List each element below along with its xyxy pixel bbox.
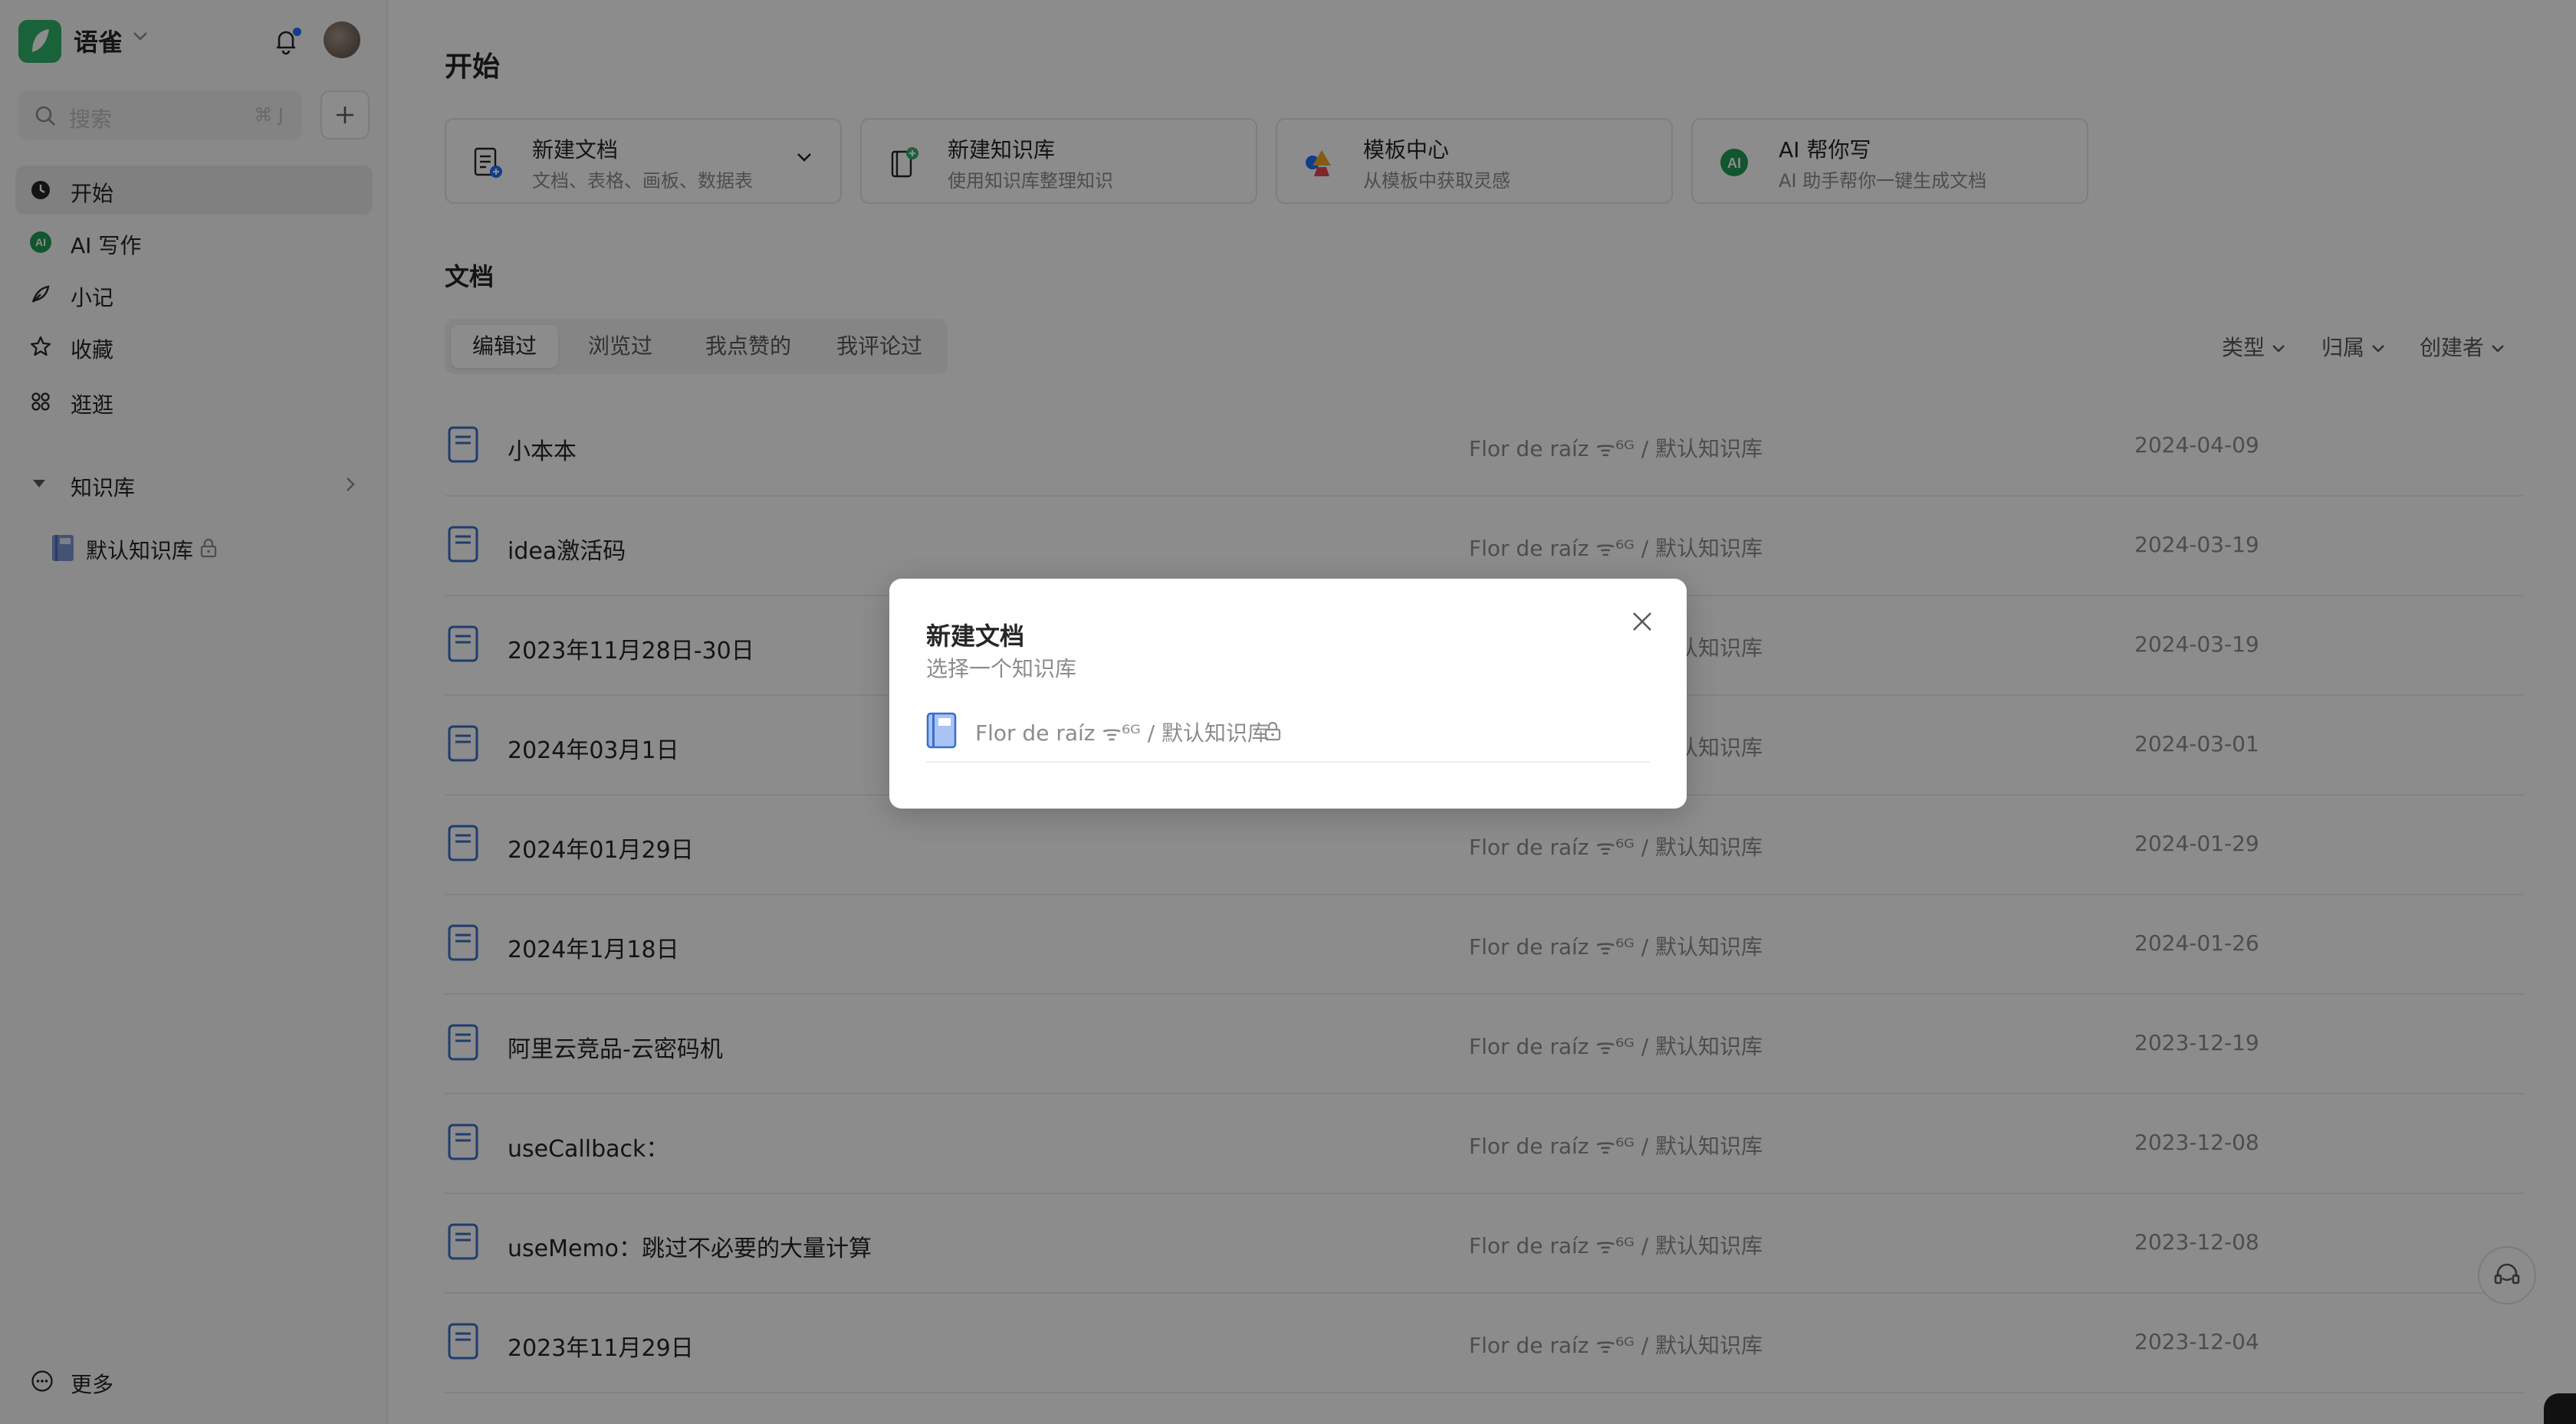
kb-option-default[interactable]: Flor de raíz ᯤ⁶ᴳ / 默认知识库	[926, 709, 1650, 763]
new-doc-dialog: 新建文档 选择一个知识库 Flor de raíz ᯤ⁶ᴳ / 默认知识库	[889, 579, 1687, 809]
lock-icon	[1264, 721, 1281, 741]
close-icon[interactable]	[1627, 606, 1658, 637]
kb-option-label: Flor de raíz ᯤ⁶ᴳ / 默认知识库	[975, 720, 1270, 746]
book-icon	[926, 712, 957, 749]
dialog-title: 新建文档	[926, 622, 1025, 651]
dialog-subtitle: 选择一个知识库	[926, 656, 1077, 681]
